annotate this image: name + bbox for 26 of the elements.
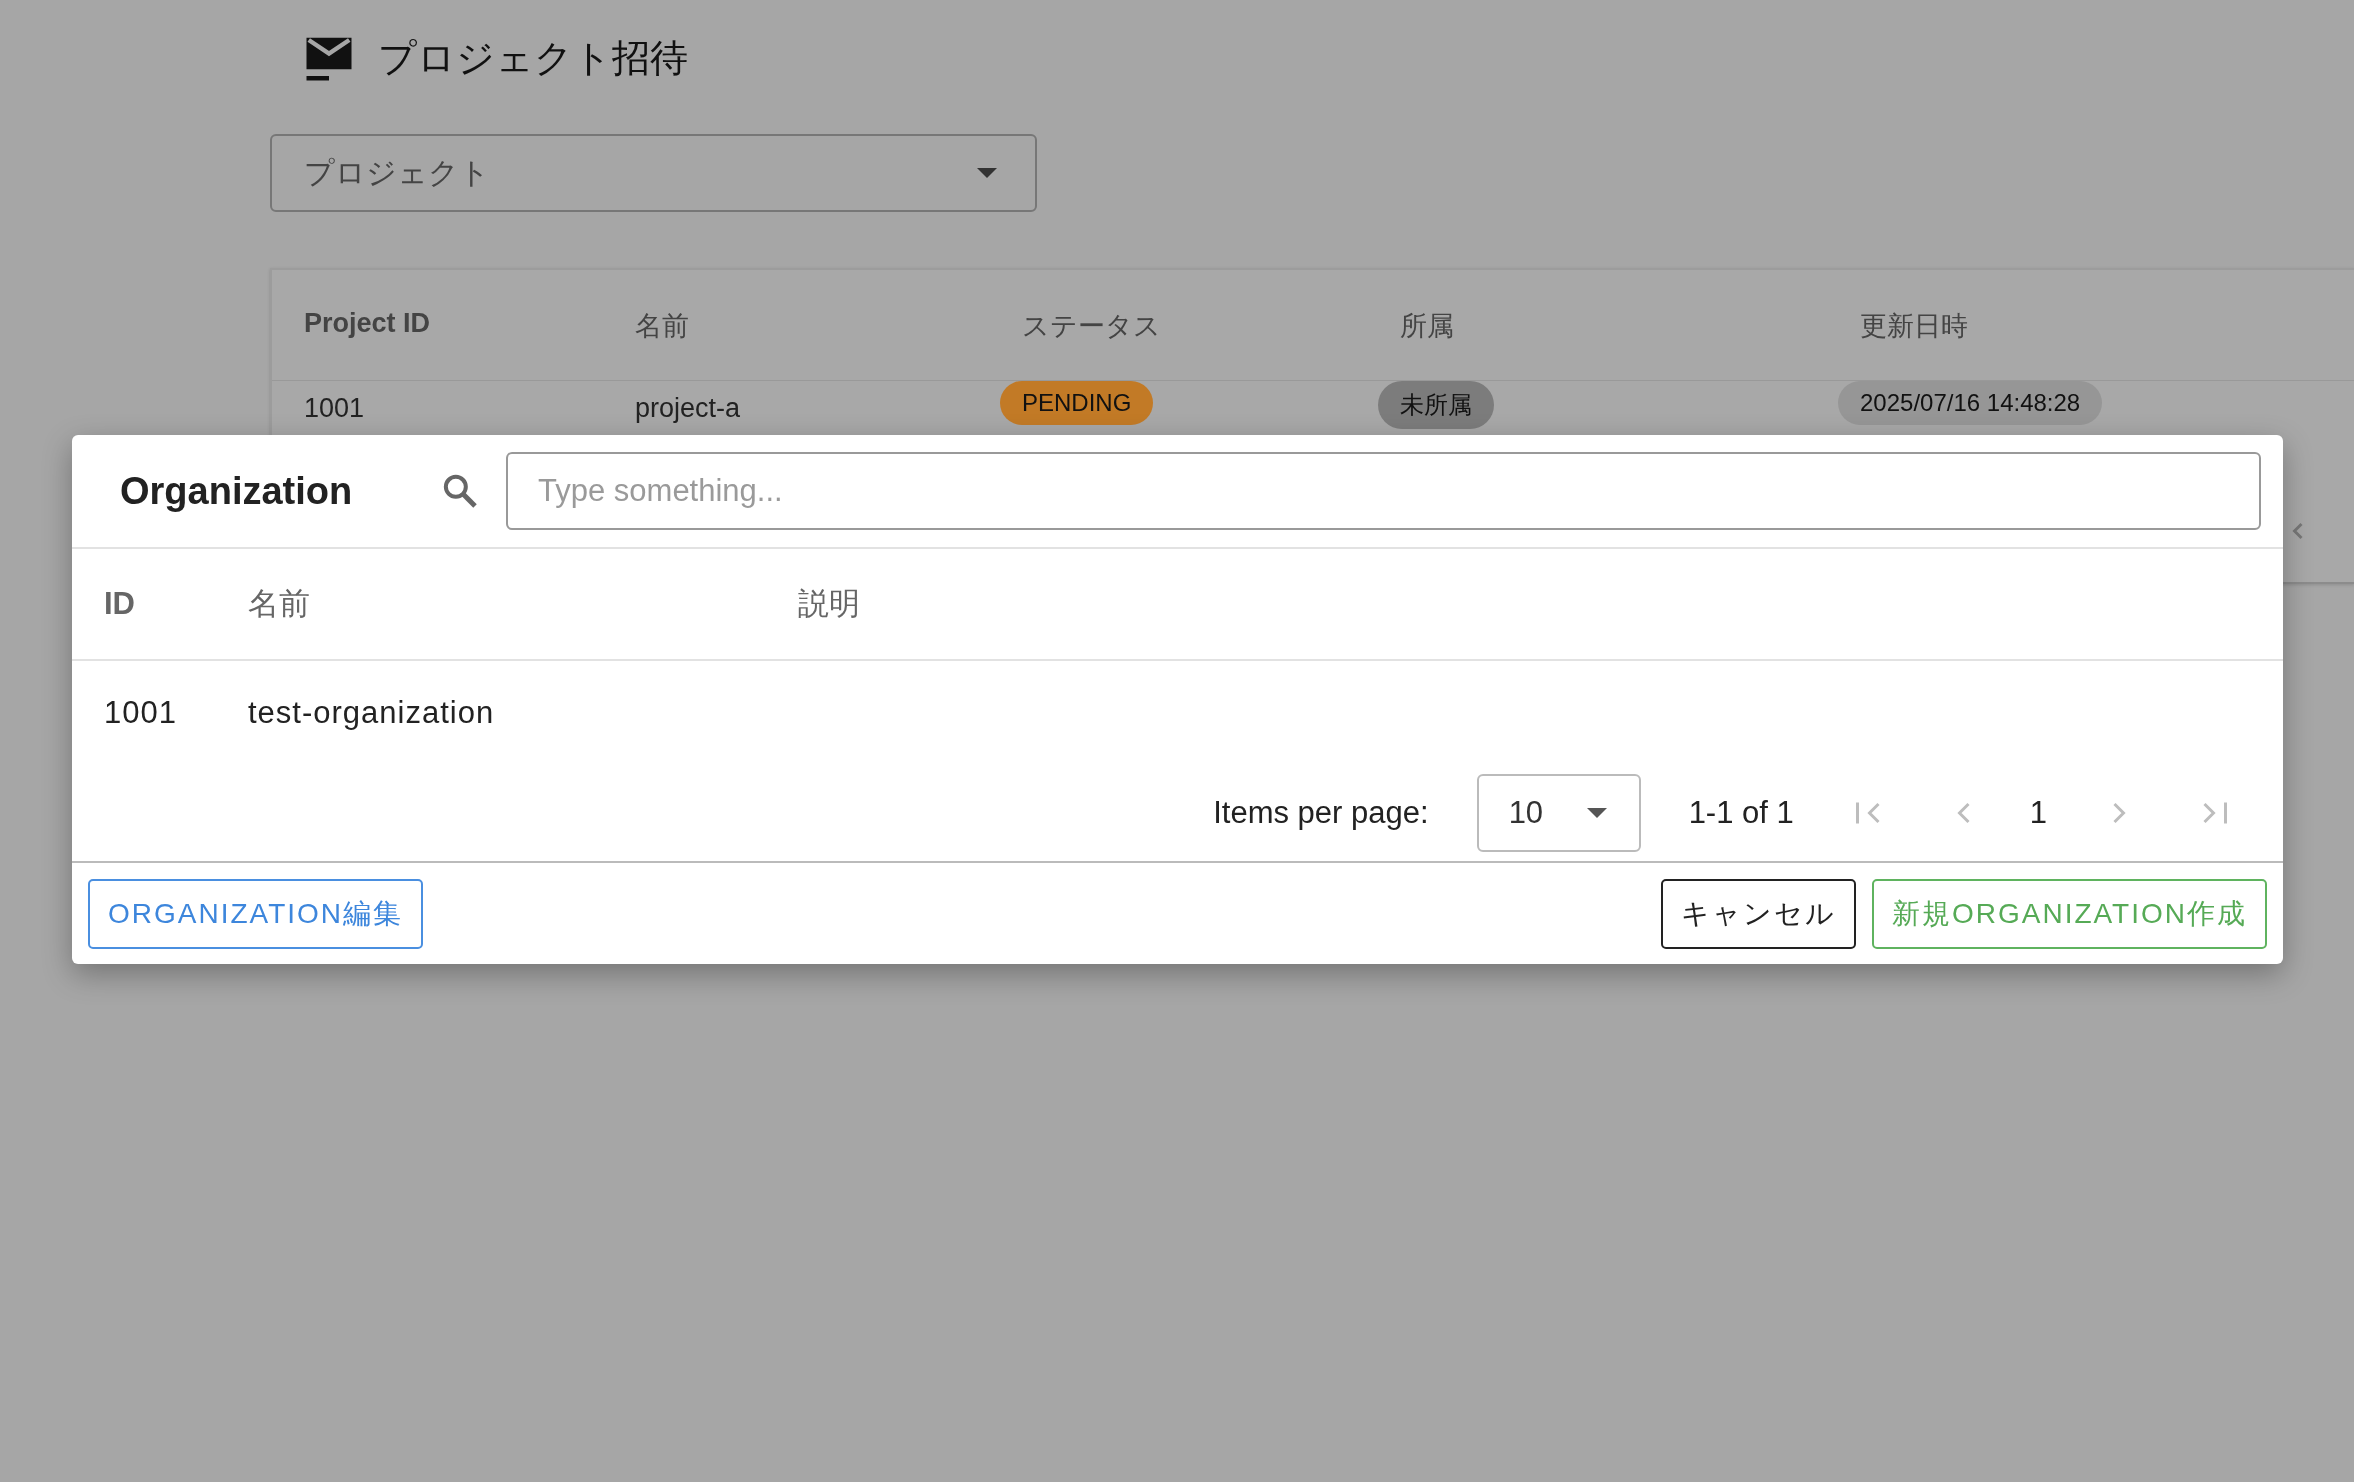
table-cell: 1001 — [304, 393, 365, 424]
page-number: 1 — [2029, 795, 2047, 831]
column-header: 説明 — [798, 585, 861, 623]
edit-button[interactable]: ORGANIZATION編集 — [88, 878, 424, 949]
page-range: 1-1 of 1 — [1688, 795, 1794, 831]
column-header: 名前 — [635, 310, 689, 343]
column-header: ステータス — [1022, 310, 1161, 343]
column-header: ID — [104, 586, 136, 622]
status-chip: 2025/07/16 14:48:28 — [1838, 381, 2103, 425]
page-title: プロジェクト招待 — [378, 35, 688, 81]
table-cell: project-a — [635, 393, 741, 424]
items-per-page-label: Items per page: — [1213, 795, 1429, 831]
column-header: 名前 — [248, 585, 311, 623]
items-per-page-select[interactable]: 10 — [1476, 774, 1641, 852]
column-header: Project ID — [304, 308, 431, 339]
project-select[interactable]: プロジェクト — [270, 134, 1037, 212]
status-chip: 未所属 — [1378, 381, 1494, 429]
column-header: 更新日時 — [1860, 310, 1968, 343]
table-row[interactable]: 1001 test-organization — [72, 661, 2283, 765]
caret-icon — [977, 168, 997, 178]
cancel-button[interactable]: キャンセル — [1660, 878, 1856, 949]
status-chip: PENDING — [1000, 381, 1154, 425]
dialog-title: Organization — [120, 469, 354, 513]
search-field[interactable]: Type something... — [506, 452, 2261, 530]
column-header: 所属 — [1400, 310, 1454, 343]
caret-icon — [1586, 808, 1607, 818]
